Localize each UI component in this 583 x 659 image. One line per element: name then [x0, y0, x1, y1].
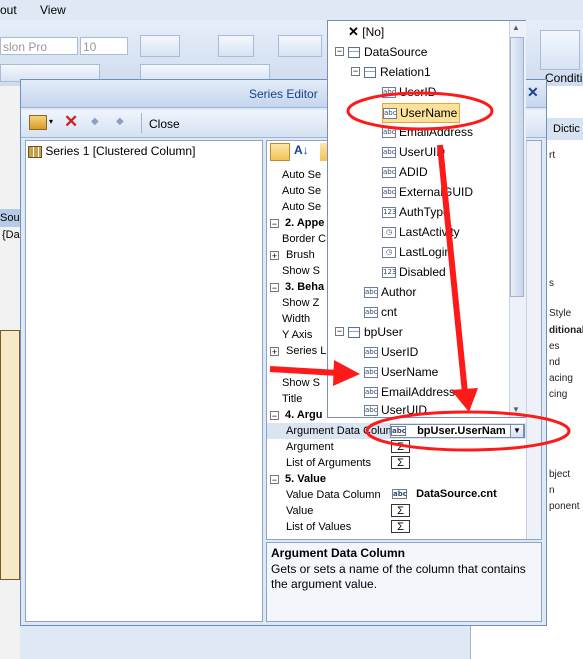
annotation-overlay	[269, 91, 571, 452]
arrow-shaft-down	[437, 144, 468, 394]
highlight-ellipse-argument	[365, 410, 571, 452]
arrow-head-down	[451, 388, 478, 412]
arrow-shaft-right	[269, 366, 339, 376]
arrow-head-right	[333, 360, 360, 386]
highlight-ellipse-username	[346, 91, 494, 131]
